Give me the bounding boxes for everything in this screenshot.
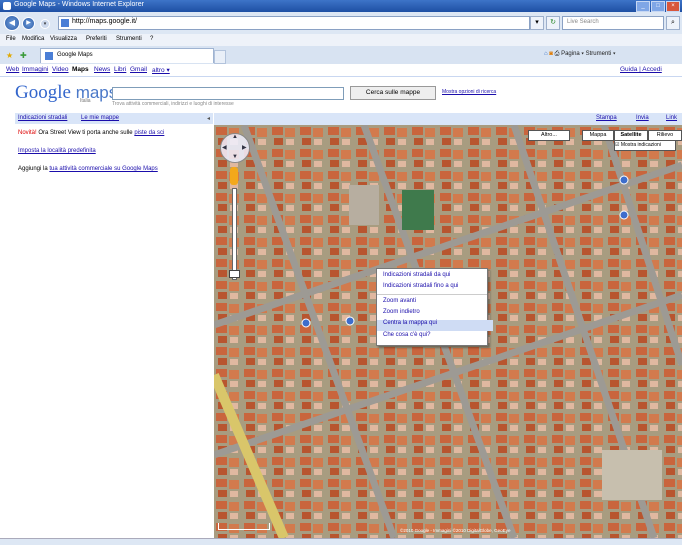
dropdown-icon[interactable]: ▾: [530, 16, 544, 30]
forward-button[interactable]: ▶: [22, 17, 35, 30]
refresh-icon[interactable]: ↻: [546, 16, 560, 30]
address-bar: ◀ ▶ ▾ http://maps.google.it/ ▾ ↻ ✕ Live …: [0, 12, 682, 35]
tab-google-maps[interactable]: Google Maps: [40, 48, 214, 63]
menu-view[interactable]: Visualizza: [50, 36, 77, 42]
google-maps-logo[interactable]: Google maps: [15, 82, 117, 104]
menu-file[interactable]: File: [6, 36, 16, 42]
pan-left-icon[interactable]: ◀: [222, 144, 227, 151]
menu-help[interactable]: ?: [150, 36, 153, 42]
search-maps-button[interactable]: Cerca sulle mappe: [350, 86, 436, 100]
tab-my-maps[interactable]: Le mie mappe: [81, 115, 119, 121]
ctx-directions-to[interactable]: Indicazioni stradali fino a qui: [383, 283, 458, 289]
maps-search-input[interactable]: [112, 87, 344, 100]
history-dropdown-icon[interactable]: ▾: [40, 19, 50, 29]
search-icon[interactable]: ⌕: [666, 16, 680, 30]
link-link[interactable]: Link: [666, 115, 677, 121]
ctx-zoom-out[interactable]: Zoom indietro: [383, 309, 420, 315]
tab-favicon: [45, 52, 53, 60]
window-title-bar: Google Maps - Windows Internet Explorer …: [0, 0, 682, 12]
search-options-link[interactable]: Mostra opzioni di ricerca: [442, 89, 496, 95]
command-bar[interactable]: ⌂ ◙ ⎙ Pagina ▾ Strumenti ▾: [544, 51, 615, 58]
new-tab-button[interactable]: [214, 50, 226, 64]
page-favicon: [61, 19, 69, 27]
window-controls: _ □ ×: [636, 1, 680, 12]
sidebar-tabs: Indicazioni stradali Le mie mappe ◂: [15, 113, 213, 124]
add-favorite-icon[interactable]: ✚: [20, 51, 27, 60]
gbar-gmail[interactable]: Gmail: [130, 66, 147, 73]
window-title: Google Maps - Windows Internet Explorer: [14, 1, 144, 8]
checkbox-icon: ☑: [615, 142, 620, 148]
home-icon[interactable]: ⌂: [544, 51, 548, 57]
sidebar-panel: Novità! Ora Street View ti porta anche s…: [15, 124, 213, 540]
favorites-star-icon[interactable]: ★: [6, 51, 13, 60]
menu-favorites[interactable]: Preferiti: [86, 36, 107, 42]
back-button[interactable]: ◀: [4, 15, 20, 31]
ctx-separator: [377, 294, 487, 295]
ctx-center-map[interactable]: Centra la mappa qui: [377, 320, 493, 331]
tab-row: ★ ✚ Google Maps ⌂ ◙ ⎙ Pagina ▾ Strumenti…: [0, 46, 682, 65]
gbar-news[interactable]: News: [94, 66, 110, 73]
ctx-zoom-in[interactable]: Zoom avanti: [383, 298, 416, 304]
ctx-whats-here[interactable]: Che cosa c'è qui?: [383, 332, 431, 338]
maximize-button[interactable]: □: [651, 1, 665, 12]
map-toolbar: Stampa Invia Link: [214, 113, 682, 125]
show-labels-checkbox[interactable]: ☑ Mostra indicazioni: [614, 140, 676, 151]
gbar-web[interactable]: Web: [6, 66, 19, 73]
map-scale: [218, 523, 270, 530]
add-business-link[interactable]: tua attività commerciale su Google Maps: [49, 166, 157, 172]
logo-subtitle: Italia: [80, 98, 91, 104]
menu-bar: File Modifica Visualizza Preferiti Strum…: [0, 34, 682, 46]
map-type-more[interactable]: Altro...: [528, 130, 570, 141]
default-location-link[interactable]: Imposta la località predefinita: [18, 148, 96, 154]
street-view-pegman-icon[interactable]: [230, 167, 238, 185]
map-type-map[interactable]: Mappa: [582, 130, 614, 141]
gbar-video[interactable]: Video: [52, 66, 69, 73]
pan-down-icon[interactable]: ▼: [232, 154, 238, 160]
map-copyright: ©2010 Google - Immagini ©2010 DigitalGlo…: [400, 528, 511, 533]
pan-right-icon[interactable]: ▶: [242, 144, 247, 151]
zoom-slider[interactable]: [232, 188, 237, 280]
search-hint: Trova attività commerciali, indirizzi e …: [112, 101, 234, 107]
google-bar: Web Immagini Video Maps News Libri Gmail…: [0, 64, 682, 77]
ski-slopes-link[interactable]: piste da sci: [134, 130, 164, 136]
gbar-books[interactable]: Libri: [114, 66, 126, 73]
add-business-line: Aggiungi la tua attività commerciale su …: [18, 166, 158, 172]
close-button[interactable]: ×: [666, 1, 680, 12]
url-input[interactable]: http://maps.google.it/: [58, 16, 530, 30]
feeds-icon[interactable]: ◙: [549, 51, 553, 57]
search-input[interactable]: Live Search: [562, 16, 664, 30]
zoom-slider-handle[interactable]: [229, 270, 240, 278]
gbar-images[interactable]: Immagini: [22, 66, 48, 73]
print-icon[interactable]: ⎙: [555, 51, 560, 57]
ie-icon: [3, 2, 11, 10]
news-line: Novità! Ora Street View ti porta anche s…: [18, 130, 165, 136]
pan-control[interactable]: ▲ ◀ ▶ ▼: [220, 133, 250, 163]
map-context-menu: Indicazioni stradali da qui Indicazioni …: [376, 268, 493, 346]
print-link[interactable]: Stampa: [596, 115, 617, 121]
minimize-button[interactable]: _: [636, 1, 650, 12]
gbar-help-signin[interactable]: Guida | Accedi: [620, 66, 662, 73]
pan-up-icon[interactable]: ▲: [232, 134, 238, 140]
menu-edit[interactable]: Modifica: [22, 36, 44, 42]
gbar-maps[interactable]: Maps: [72, 66, 89, 73]
menu-tools[interactable]: Strumenti: [116, 36, 142, 42]
gbar-more[interactable]: altro ▾: [152, 66, 170, 74]
collapse-panel-icon[interactable]: ◂: [207, 115, 210, 122]
tab-directions[interactable]: Indicazioni stradali: [18, 115, 67, 121]
send-link[interactable]: Invia: [636, 115, 649, 121]
ctx-directions-from[interactable]: Indicazioni stradali da qui: [383, 272, 450, 278]
